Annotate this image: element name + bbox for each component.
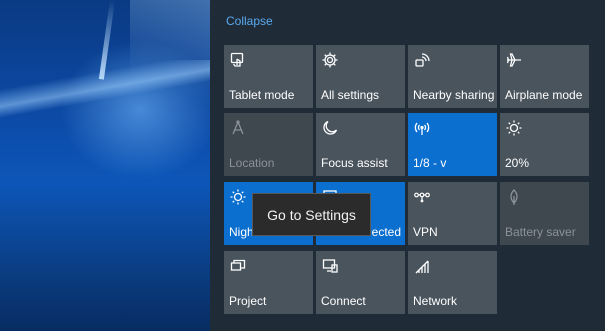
tile-location[interactable]: Location [224,113,313,176]
project-icon [229,257,247,275]
location-icon [229,119,247,137]
tile-vpn[interactable]: VPN [408,182,497,245]
connect-icon [321,257,339,275]
tile-label: ected [371,225,401,239]
nearby-sharing-icon [413,51,431,69]
tile-label: Location [229,156,275,170]
desktop-wallpaper [0,0,210,331]
tile-label: VPN [413,225,438,239]
tile-label: Connect [321,294,366,308]
tile-nearby-sharing[interactable]: Nearby sharing [408,45,497,108]
night-light-icon [229,188,247,206]
tile-airplane-mode[interactable]: Airplane mode [500,45,589,108]
tile-network[interactable]: Network [408,251,497,314]
tile-label: Battery saver [505,225,576,239]
wallpaper-beam [0,60,210,120]
tile-battery-saver[interactable]: Battery saver [500,182,589,245]
go-to-settings-tooltip: Go to Settings [252,193,371,236]
tile-brightness[interactable]: 20% [500,113,589,176]
tablet-mode-icon [229,51,247,69]
tile-mobile-hotspot[interactable]: 1/8 - v [408,113,497,176]
network-icon [413,257,431,275]
collapse-link[interactable]: Collapse [226,14,273,28]
tile-label: Nigh [229,225,254,239]
tile-label: Focus assist [321,156,388,170]
tile-label: Nearby sharing [413,88,495,102]
battery-saver-icon [505,188,523,206]
airplane-icon [505,51,523,69]
tile-label: 1/8 - v [413,156,447,170]
tile-project[interactable]: Project [224,251,313,314]
tile-label: Network [413,294,458,308]
tile-label: Tablet mode [229,88,295,102]
brightness-icon [505,119,523,137]
tile-tablet-mode[interactable]: Tablet mode [224,45,313,108]
tile-all-settings[interactable]: All settings [316,45,405,108]
tile-connect[interactable]: Connect [316,251,405,314]
tile-label: All settings [321,88,380,102]
vpn-icon [413,188,431,206]
tile-label: Project [229,294,267,308]
tile-label: Airplane mode [505,88,583,102]
tile-label: 20% [505,156,530,170]
gear-icon [321,51,339,69]
mobile-hotspot-icon [413,119,431,137]
moon-icon [321,119,339,137]
action-center-panel: Collapse Tablet mode All settings Nearby… [210,0,605,331]
tile-focus-assist[interactable]: Focus assist [316,113,405,176]
